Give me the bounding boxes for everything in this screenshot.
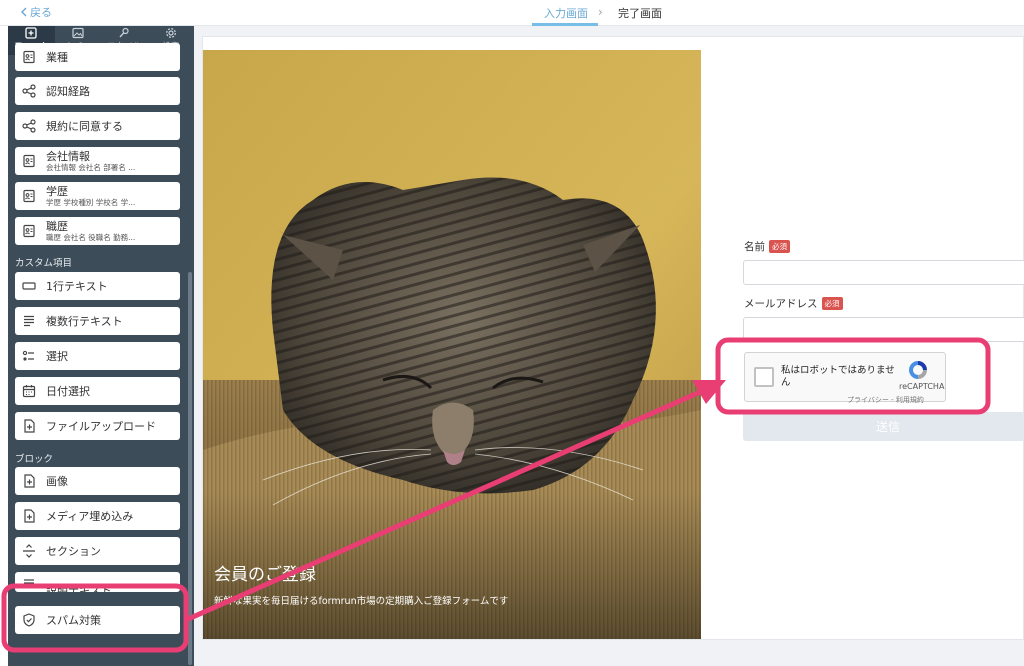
required-badge: 必須 (769, 240, 790, 253)
id-card-icon (21, 223, 37, 239)
recaptcha-logo-icon (909, 361, 927, 379)
calendar-icon (21, 383, 37, 399)
sidebar-item-select[interactable]: 選択 (15, 342, 180, 370)
sidebar-item-single-line-text[interactable]: 1行テキスト (15, 272, 180, 300)
sidebar-item-label: 1行テキスト (46, 280, 108, 293)
id-card-icon (21, 153, 37, 169)
sidebar-item-terms[interactable]: 規約に同意する (15, 112, 180, 140)
step-input-tab[interactable]: 入力画面 (544, 5, 588, 21)
id-card-icon (21, 188, 37, 204)
sidebar-item-company[interactable]: 会社情報 会社情報 会社名 部署名 ... (15, 147, 180, 175)
cover-image (203, 50, 701, 639)
sidebar-item-label: スパム対策 (46, 614, 101, 627)
app-window: 戻る 入力画面 › 完了画面 フォーム カバー スタイル 設定 (0, 0, 1024, 666)
submit-button[interactable]: 送信 (743, 412, 1024, 441)
sidebar-item-industry[interactable]: 業種 (15, 43, 180, 71)
sidebar-item-title: 学歴 (46, 184, 68, 198)
sidebar-item-multi-line-text[interactable]: 複数行テキスト (15, 307, 180, 335)
email-field[interactable] (743, 317, 1024, 342)
recaptcha-checkbox[interactable] (754, 367, 774, 387)
sidebar-item-title: 職歴 (46, 219, 68, 233)
sidebar: フォーム カバー スタイル 設定 業種 (8, 26, 194, 666)
chevron-left-icon (21, 7, 27, 17)
sidebar-item-label: 日付選択 (46, 385, 90, 398)
image-file-icon (21, 473, 37, 489)
recaptcha-links[interactable]: プライバシー - 利用規約 (847, 395, 924, 405)
sidebar-item-subtitle: 職歴 会社名 役職名 勤務... (46, 232, 136, 242)
sidebar-item-label: メディア埋め込み (46, 510, 134, 523)
sidebar-item-subtitle: 会社情報 会社名 部署名 ... (46, 162, 136, 172)
sidebar-item-label: 学歴 学歴 学校種別 学校名 学... (46, 185, 135, 208)
share-icon (21, 118, 37, 134)
name-label-text: 名前 (744, 241, 765, 253)
sidebar-item-label: 職歴 職歴 会社名 役職名 勤務... (46, 220, 135, 243)
sidebar-item-label: ファイルアップロード (46, 420, 156, 433)
sidebar-item-subtitle: 学歴 学校種別 学校名 学... (46, 197, 136, 207)
sidebar-item-date[interactable]: 日付選択 (15, 377, 180, 405)
select-list-icon (21, 348, 37, 364)
sidebar-item-label: 画像 (46, 475, 68, 488)
media-embed-icon (21, 508, 37, 524)
name-field[interactable] (743, 260, 1024, 285)
sidebar-item-title: 会社情報 (46, 149, 90, 163)
sidebar-item-spam-protection[interactable]: スパム対策 (15, 606, 180, 634)
email-label: メールアドレス 必須 (744, 296, 843, 311)
file-upload-icon (21, 418, 37, 434)
sidebar-item-referral[interactable]: 認知経路 (15, 77, 180, 105)
sidebar-item-career[interactable]: 職歴 職歴 会社名 役職名 勤務... (15, 217, 180, 245)
name-label: 名前 必須 (744, 239, 790, 254)
plus-square-icon (25, 27, 37, 39)
text-icon (21, 576, 37, 592)
sidebar-item-label: セクション (46, 545, 101, 558)
recaptcha-widget: 私はロボットではありません reCAPTCHA プライバシー - 利用規約 (744, 352, 946, 405)
back-label: 戻る (30, 6, 52, 19)
sidebar-item-education[interactable]: 学歴 学歴 学校種別 学校名 学... (15, 182, 180, 210)
shield-check-icon (21, 612, 37, 628)
gear-icon (165, 28, 176, 38)
custom-items-heading: カスタム項目 (15, 258, 73, 269)
email-label-text: メールアドレス (744, 298, 818, 310)
required-badge: 必須 (821, 297, 843, 310)
recaptcha-brand: reCAPTCHA (899, 382, 945, 391)
back-link[interactable]: 戻る (20, 4, 52, 20)
sidebar-item-label: 業種 (46, 51, 68, 64)
recaptcha-text: 私はロボットではありません (781, 365, 895, 388)
sidebar-item-label: 説明テキスト (46, 584, 112, 592)
chevron-right-icon: › (598, 5, 603, 19)
sidebar-item-section[interactable]: セクション (15, 537, 180, 565)
share-icon (21, 83, 37, 99)
sidebar-item-media-embed[interactable]: メディア埋め込み (15, 502, 180, 530)
sidebar-item-file-upload[interactable]: ファイルアップロード (15, 412, 180, 440)
sidebar-item-label: 会社情報 会社情報 会社名 部署名 ... (46, 150, 135, 173)
cover-title: 会員のご登録 (214, 565, 316, 585)
sidebar-scroll-area: 業種 認知経路 規約に同意する 会社情報 会社情報 会社名 部署名 ... 学歴… (8, 43, 194, 666)
image-icon (72, 27, 84, 39)
sidebar-item-label: 規約に同意する (46, 120, 123, 133)
step-complete-tab[interactable]: 完了画面 (618, 5, 662, 21)
sidebar-item-label: 複数行テキスト (46, 315, 123, 328)
sidebar-item-label: 選択 (46, 350, 68, 363)
sidebar-item-label: 認知経路 (46, 85, 90, 98)
top-bar: 戻る 入力画面 › 完了画面 (0, 0, 1024, 26)
section-divider-icon (21, 543, 37, 559)
sidebar-scrollbar[interactable] (188, 272, 192, 665)
block-heading: ブロック (15, 454, 54, 465)
sidebar-item-description-text[interactable]: 説明テキスト (15, 572, 180, 592)
id-card-icon (21, 49, 37, 65)
cover-subtitle: 新鮮な果実を毎日届けるformrun市場の定期購入ご登録フォームです (214, 596, 509, 607)
single-line-text-icon (21, 278, 37, 294)
sidebar-item-image[interactable]: 画像 (15, 467, 180, 495)
paintbrush-icon (119, 27, 129, 38)
multi-line-text-icon (21, 313, 37, 329)
